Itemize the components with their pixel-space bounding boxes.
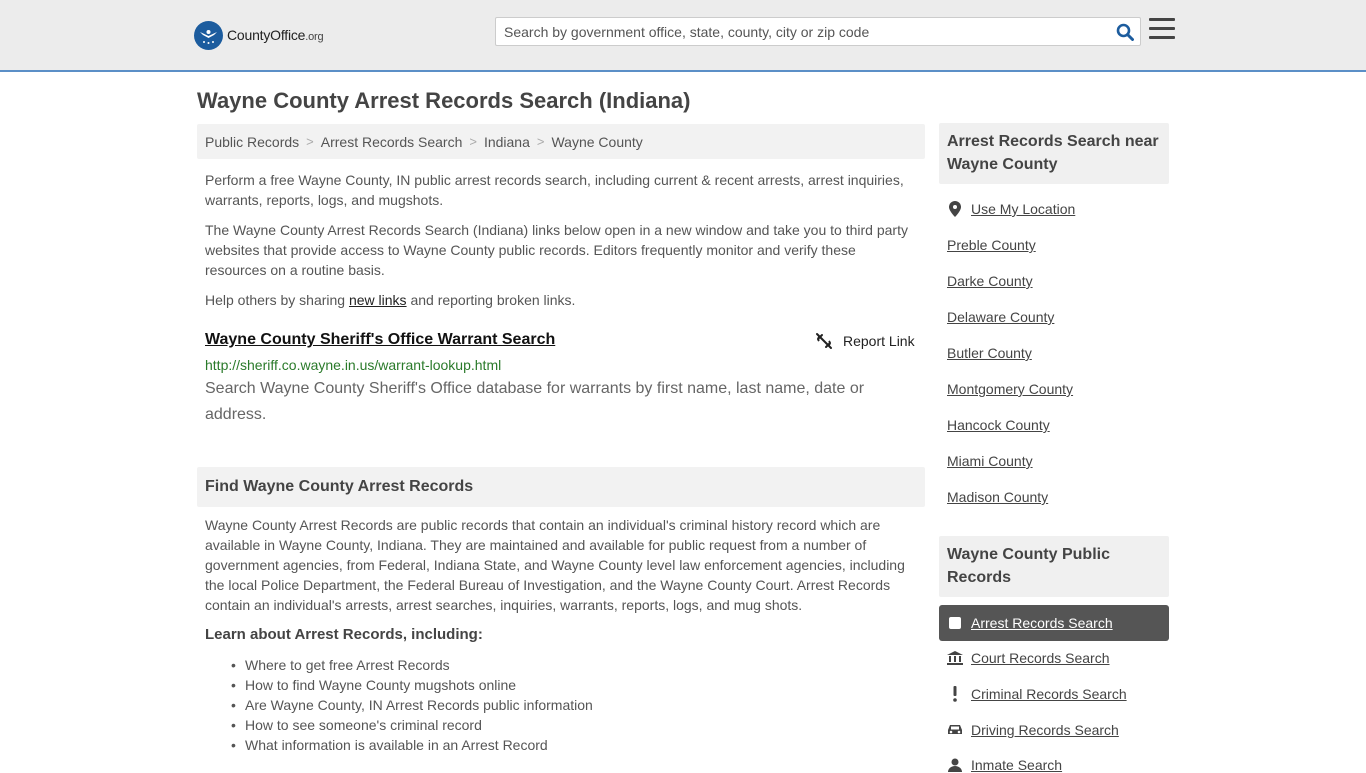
eagle-logo-icon — [194, 20, 223, 50]
breadcrumb-public-records[interactable]: Public Records — [205, 134, 299, 150]
logo-tld: .org — [305, 31, 324, 43]
sidebar-item-label: Court Records Search — [971, 650, 1110, 666]
report-link-label: Report Link — [843, 333, 915, 349]
result-url: http://sheriff.co.wayne.in.us/warrant-lo… — [205, 357, 502, 373]
sidebar-item-arrest-records-search[interactable]: Arrest Records Search — [939, 605, 1169, 641]
breadcrumb-separator: > — [469, 134, 477, 149]
nearby-county-link[interactable]: Darke County — [947, 273, 1033, 289]
disclaimer-paragraph: The Wayne County Arrest Records Search (… — [205, 222, 908, 278]
breadcrumb-separator: > — [536, 134, 545, 149]
exclamation-icon — [947, 686, 963, 702]
broken-link-icon — [816, 333, 832, 349]
hamburger-menu-icon[interactable] — [1149, 18, 1175, 42]
breadcrumb: Public Records > Arrest Records Search >… — [197, 124, 925, 159]
find-section-heading: Find Wayne County Arrest Records — [197, 467, 925, 507]
nearby-county-link[interactable]: Delaware County — [947, 309, 1054, 325]
map-pin-icon — [947, 201, 963, 217]
site-logo[interactable]: CountyOffice.org — [194, 20, 324, 50]
sidebar-item-label: Arrest Records Search — [971, 615, 1113, 631]
list-item: What information is available in an Arre… — [231, 735, 593, 755]
nearby-county-link[interactable]: Butler County — [947, 345, 1032, 361]
nearby-county-link[interactable]: Miami County — [947, 453, 1033, 469]
sidebar-public-records: Wayne County Public Records — [939, 536, 1169, 597]
person-icon — [947, 757, 963, 773]
nearby-county-link[interactable]: Montgomery County — [947, 381, 1073, 397]
site-header: CountyOffice.org — [0, 0, 1366, 72]
breadcrumb-separator: > — [306, 134, 314, 149]
sidebar-item-label: Criminal Records Search — [971, 686, 1127, 702]
report-link-button[interactable]: Report Link — [815, 332, 915, 350]
nearby-county-link[interactable]: Madison County — [947, 489, 1048, 505]
result-description: Search Wayne County Sheriff's Office dat… — [205, 380, 865, 423]
search-button[interactable] — [1110, 19, 1140, 44]
find-section-body: Wayne County Arrest Records are public r… — [205, 517, 905, 613]
learn-list: Where to get free Arrest Records How to … — [231, 655, 593, 755]
list-item: How to find Wayne County mugshots online — [231, 675, 593, 695]
main-content: Public Records > Arrest Records Search >… — [197, 124, 925, 310]
sidebar-item-label: Driving Records Search — [971, 722, 1119, 738]
sidebar-item-inmate-search[interactable]: Inmate Search — [947, 757, 1062, 773]
search-bar — [495, 17, 1141, 46]
learn-heading: Learn about Arrest Records, including: — [205, 626, 483, 643]
intro-paragraph: Perform a free Wayne County, IN public a… — [205, 172, 904, 208]
share-text-after: and reporting broken links. — [406, 292, 576, 308]
sidebar-item-court-records-search[interactable]: Court Records Search — [947, 650, 1110, 666]
logo-text: CountyOffice.org — [227, 27, 324, 43]
list-item: Are Wayne County, IN Arrest Records publ… — [231, 695, 593, 715]
nearby-county-link[interactable]: Hancock County — [947, 417, 1050, 433]
breadcrumb-wayne-county: Wayne County — [551, 133, 643, 150]
new-links-link[interactable]: new links — [349, 292, 407, 308]
result-title-link[interactable]: Wayne County Sheriff's Office Warrant Se… — [205, 331, 555, 349]
use-my-location-link[interactable]: Use My Location — [947, 201, 1075, 217]
sidebar-item-driving-records-search[interactable]: Driving Records Search — [947, 722, 1119, 738]
nearby-county-link[interactable]: Preble County — [947, 237, 1036, 253]
sidebar-nearby-heading: Arrest Records Search near Wayne County — [939, 123, 1169, 184]
courthouse-icon — [947, 650, 963, 666]
breadcrumb-arrest-records-search[interactable]: Arrest Records Search — [321, 134, 463, 150]
logo-brand: CountyOffice — [227, 27, 306, 43]
sidebar-public-heading: Wayne County Public Records — [939, 536, 1169, 597]
page-title: Wayne County Arrest Records Search (Indi… — [197, 88, 691, 113]
list-item: How to see someone's criminal record — [231, 715, 593, 735]
share-paragraph: Help others by sharing new links and rep… — [205, 290, 915, 310]
sidebar-nearby: Arrest Records Search near Wayne County — [939, 123, 1169, 184]
sidebar-item-label: Inmate Search — [971, 757, 1063, 773]
sidebar-item-criminal-records-search[interactable]: Criminal Records Search — [947, 686, 1127, 702]
breadcrumb-indiana[interactable]: Indiana — [484, 134, 530, 150]
use-my-location-label: Use My Location — [971, 201, 1076, 217]
search-icon — [1116, 23, 1134, 41]
share-text: Help others by sharing — [205, 292, 349, 308]
search-input[interactable] — [496, 19, 1110, 44]
checkbox-icon — [949, 617, 961, 629]
car-icon — [947, 722, 963, 738]
list-item: Where to get free Arrest Records — [231, 655, 593, 675]
